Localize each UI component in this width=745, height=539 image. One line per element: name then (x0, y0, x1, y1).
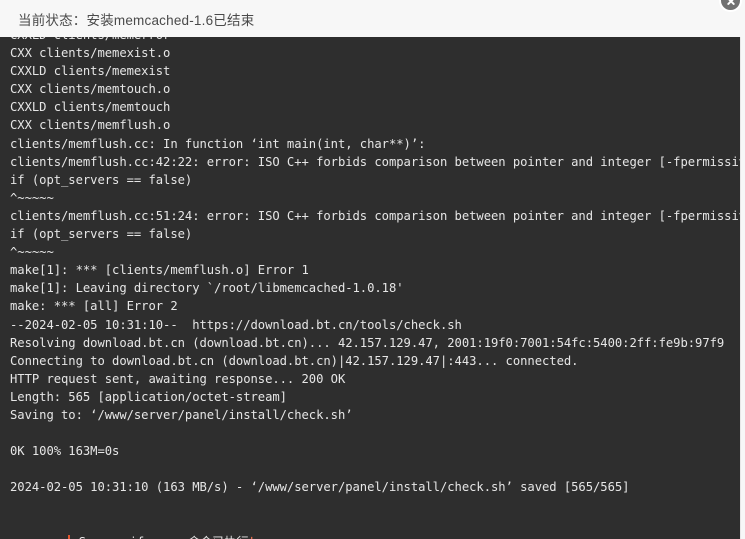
terminal-line: clients/memflush.cc: In function ‘int ma… (10, 136, 426, 151)
terminal-line: clients/memflush.cc:51:24: error: ISO C+… (10, 208, 741, 223)
terminal-line: CXX clients/memflush.o (10, 118, 171, 133)
terminal-line: clients/memflush.cc:42:22: error: ISO C+… (10, 154, 741, 169)
final-line-prefix: -Successify (71, 535, 151, 539)
terminal-line: ^~~~~~ (10, 190, 54, 205)
terminal-line: CXXLD clients/memtouch (10, 100, 171, 115)
terminal-scroll-area: CXXLD clients/memerror CXX clients/memexi… (0, 37, 741, 539)
terminal-line: CXXLD clients/memerror (10, 37, 740, 44)
terminal-line: ^~~~~~ (10, 245, 54, 260)
terminal-line: Resolving download.bt.cn (download.bt.cn… (10, 335, 725, 350)
terminal-output[interactable]: CXXLD clients/memerror CXX clients/memexi… (0, 37, 741, 539)
terminal-line: Length: 565 [application/octet-stream] (10, 389, 287, 404)
terminal-cursor (68, 534, 71, 539)
terminal-line: HTTP request sent, awaiting response... … (10, 371, 346, 386)
final-line-dash-left: --- (151, 535, 187, 539)
final-line-dash-right: --- (261, 535, 290, 539)
terminal-line: if (opt_servers == false) (10, 172, 193, 187)
terminal-line: make[1]: Leaving directory `/root/libmem… (10, 281, 404, 296)
install-status-panel: 当前状态：安装memcached-1.6已结束 CXXLD clients/me… (0, 0, 745, 539)
terminal-line: CXX clients/memtouch.o (10, 82, 171, 97)
terminal-final-line: -Successify --- 命令已执行！ --- (10, 515, 740, 539)
terminal-line: --2024-02-05 10:31:10-- https://download… (10, 317, 462, 332)
page-title: 当前状态：安装memcached-1.6已结束 (18, 12, 255, 28)
terminal-line: make: *** [all] Error 2 (10, 299, 178, 314)
terminal-line: Connecting to download.bt.cn (download.b… (10, 353, 579, 368)
terminal-line: CXXLD clients/memexist (10, 64, 171, 79)
terminal-line: 0K 100% 163M=0s (10, 444, 120, 459)
final-line-exclaim: ！ (249, 535, 261, 539)
terminal-line: 2024-02-05 10:31:10 (163 MB/s) - ‘/www/s… (10, 480, 630, 495)
terminal-line: CXX clients/memexist.o (10, 46, 171, 61)
terminal-line: make[1]: *** [clients/memflush.o] Error … (10, 263, 309, 278)
final-line-message: 命令已执行 (188, 535, 249, 539)
status-header: 当前状态：安装memcached-1.6已结束 (0, 0, 745, 37)
terminal-line: Saving to: ‘/www/server/panel/install/ch… (10, 407, 353, 422)
terminal-line: if (opt_servers == false) (10, 227, 193, 242)
